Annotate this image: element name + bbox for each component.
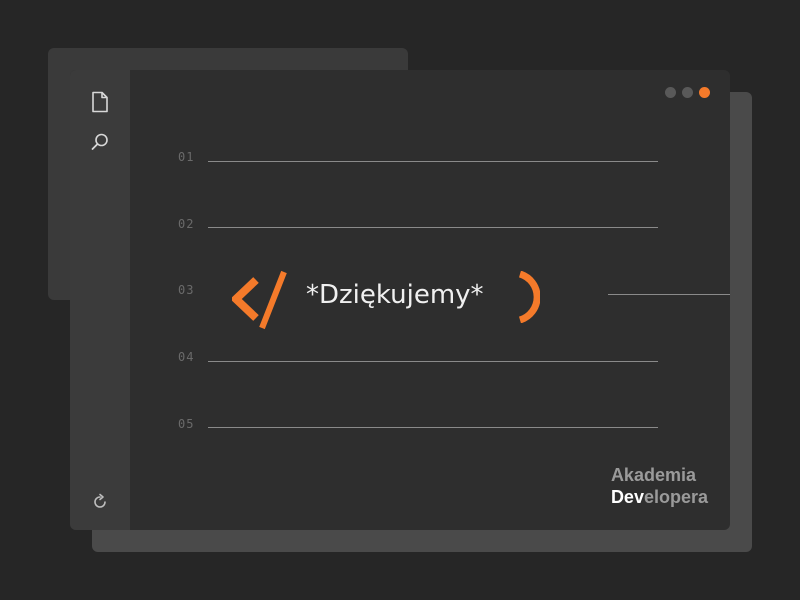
brand-line-2: Developera: [611, 486, 708, 508]
code-line: [208, 161, 658, 162]
editor-window: 01 02 03 04 05 *Dziękujemy* Akademia Dev…: [70, 70, 730, 530]
brand-rest: elopera: [643, 487, 708, 507]
thank-you-text: *Dziękujemy*: [306, 280, 484, 310]
stage: 01 02 03 04 05 *Dziękujemy* Akademia Dev…: [0, 0, 800, 600]
highlight-line: [608, 294, 730, 295]
line-number: 01: [178, 150, 195, 164]
brand-line-1: Akademia: [610, 465, 696, 485]
line-number: 05: [178, 417, 195, 431]
line-number: 04: [178, 350, 195, 364]
brand-logo: Akademia Developera: [611, 464, 708, 508]
code-line: [208, 361, 658, 362]
code-bracket-icon: [230, 270, 292, 336]
code-line: [208, 227, 658, 228]
closing-paren-icon: [514, 270, 541, 327]
line-number: 03: [178, 283, 195, 297]
brand-dev: Dev: [610, 487, 644, 507]
code-line: [208, 427, 658, 428]
code-area: 01 02 03 04 05 *Dziękujemy*: [70, 70, 730, 530]
line-number: 02: [178, 217, 195, 231]
